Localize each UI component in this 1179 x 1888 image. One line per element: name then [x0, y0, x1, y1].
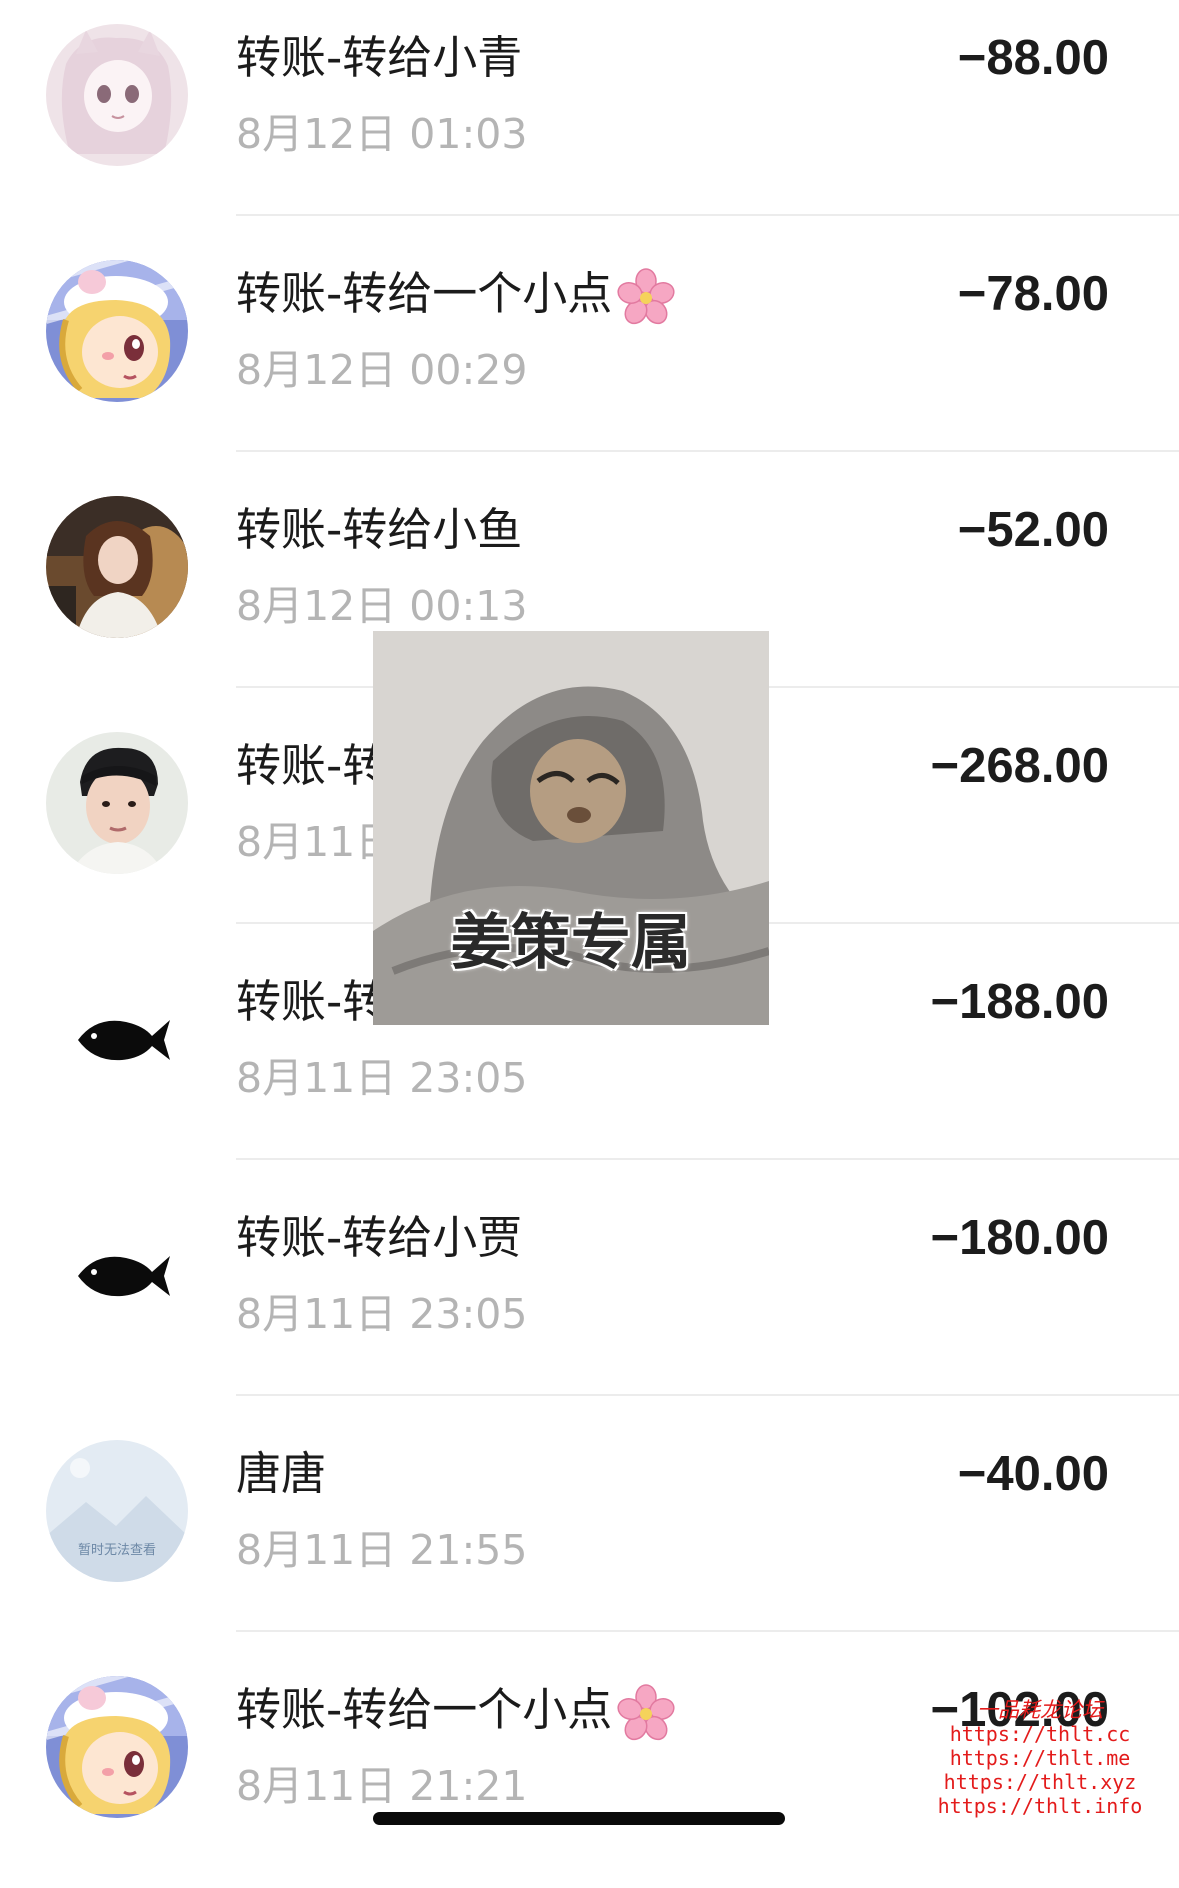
cat-in-blanket-sticker: 姜策专属 — [373, 631, 769, 1025]
transaction-amount: −52.00 — [957, 503, 1109, 557]
transaction-time: 8月11日 23:05 — [236, 1054, 528, 1102]
transaction-amount: −40.00 — [957, 1447, 1109, 1501]
transaction-title: 转账-转给一个小点 — [236, 264, 676, 327]
cherry-blossom-icon — [617, 268, 675, 325]
black-fish-avatar — [46, 968, 188, 1110]
transaction-title: 转账-转给小鱼 — [236, 503, 523, 556]
transaction-row[interactable]: 转账-转给一个小点 8月12日 00:29 −78.00 — [0, 236, 1179, 472]
anime-girl-pink-avatar — [46, 24, 188, 166]
transaction-time: 8月11日 23:05 — [236, 1290, 528, 1338]
watermark-title: 一品耗龙论坛 — [977, 1698, 1103, 1722]
transaction-time: 8月12日 00:29 — [236, 346, 528, 394]
home-indicator[interactable] — [373, 1812, 785, 1825]
transaction-title: 转账-转给一个小点 — [236, 1680, 676, 1743]
row-divider — [236, 1158, 1179, 1160]
row-divider — [236, 450, 1179, 452]
transaction-title: 唐唐 — [236, 1447, 327, 1500]
transaction-amount: −180.00 — [930, 1211, 1110, 1265]
photo-boy-avatar — [46, 732, 188, 874]
transaction-title: 转账-转 — [236, 975, 388, 1028]
sticker-caption: 姜策专属 — [451, 908, 691, 978]
row-divider — [236, 214, 1179, 216]
svg-text:暂时无法查看: 暂时无法查看 — [78, 1542, 156, 1558]
transaction-amount: −268.00 — [930, 739, 1110, 793]
transaction-amount: −88.00 — [957, 31, 1109, 85]
image-unavailable-avatar: 暂时无法查看 — [46, 1440, 188, 1582]
transaction-row[interactable]: 转账-转给小贾 8月11日 23:05 −180.00 — [0, 1180, 1179, 1416]
watermark-url: https://thlt.cc — [949, 1722, 1131, 1746]
photo-girl-avatar — [46, 496, 188, 638]
transaction-title: 转账-转 — [236, 739, 388, 792]
transaction-title: 转账-转给小青 — [236, 31, 523, 84]
transaction-amount: −78.00 — [957, 267, 1109, 321]
watermark-url: https://thlt.xyz — [943, 1770, 1137, 1794]
transaction-row[interactable]: 暂时无法查看 唐唐 8月11日 21:55 −40.00 — [0, 1416, 1179, 1652]
watermark-url: https://thlt.me — [949, 1746, 1131, 1770]
forum-watermark: 一品耗龙论坛 https://thlt.cc https://thlt.me h… — [930, 1698, 1150, 1818]
row-divider — [236, 1630, 1179, 1632]
transaction-row[interactable]: 转账-转给小青 8月12日 01:03 −88.00 — [0, 0, 1179, 236]
cartoon-girl-avatar — [46, 260, 188, 402]
watermark-url: https://thlt.info — [937, 1794, 1143, 1818]
transaction-time: 8月11日 21:55 — [236, 1526, 528, 1574]
transaction-time: 8月12日 01:03 — [236, 110, 528, 158]
transaction-time: 8月12日 00:13 — [236, 582, 528, 630]
transaction-title: 转账-转给小贾 — [236, 1211, 523, 1264]
cartoon-girl-avatar — [46, 1676, 188, 1818]
transaction-time: 8月11日 21:21 — [236, 1762, 528, 1810]
row-divider — [236, 1394, 1179, 1396]
cherry-blossom-icon — [617, 1684, 675, 1741]
transaction-amount: −188.00 — [930, 975, 1110, 1029]
black-fish-avatar — [46, 1204, 188, 1346]
